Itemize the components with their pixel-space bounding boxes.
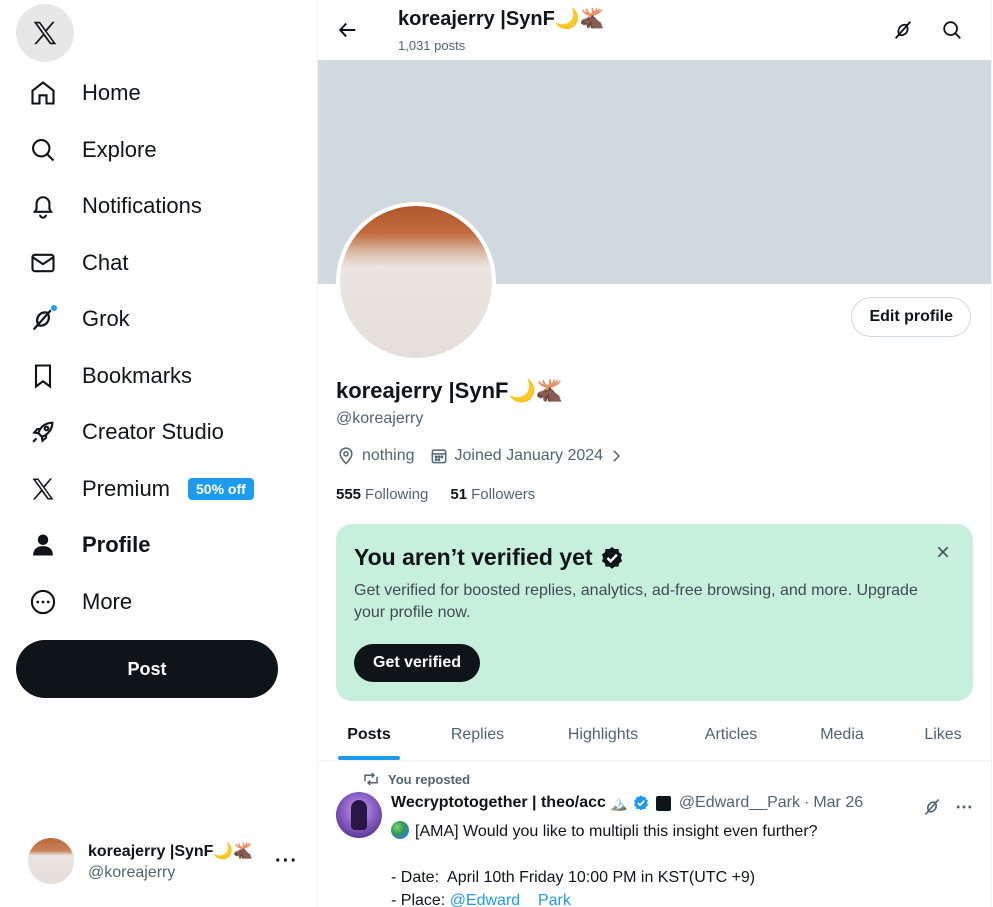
account-handle: @koreajerry [88,863,176,881]
joined-date[interactable]: Joined January 2024 [455,447,604,465]
sidebar-item-label: Notifications [82,193,202,218]
chevron-right-icon [607,446,627,466]
sidebar-item-label: Creator Studio [82,419,224,444]
post-button[interactable]: Post [16,640,278,698]
tab-likes[interactable]: Likes [893,708,991,761]
affiliate-badge-icon [655,795,671,811]
location-pin-icon [336,446,356,466]
mention-link[interactable]: @Edward__Park [450,892,571,907]
profile-handle: @koreajerry [336,410,424,427]
sidebar-item-notifications[interactable]: Notifications [28,186,202,226]
active-tab-indicator [338,756,400,760]
repost-indicator: You reposted [362,770,470,788]
sidebar-item-label: Chat [82,250,129,275]
profile-meta: nothing Joined January 2024 [336,446,633,466]
sidebar-item-label: Profile [82,532,151,557]
search-icon [943,21,961,39]
grok-icon [894,21,912,39]
sidebar-item-chat[interactable]: Chat [28,243,128,283]
post-handle[interactable]: @Edward__Park [679,794,800,812]
tab-posts[interactable]: Posts [318,708,420,761]
sidebar-item-more[interactable]: More [28,582,132,622]
rocket-icon [28,417,58,447]
sidebar-item-label: More [82,589,133,614]
post-actions [915,792,979,822]
globe-icon [391,821,409,839]
post-header: Wecryptotogether | theo/acc 🏔️ @Edward__… [391,794,864,812]
post-text: [AMA] Would you like to multipli this in… [391,821,818,907]
account-name: koreajerry |SynF🌙🫎 [88,842,254,860]
home-icon [28,78,58,108]
grok-button[interactable] [887,14,919,46]
follow-stats: 555 Following 51 Followers [336,486,557,503]
sidebar: Home Explore Notifications Chat Grok Boo… [0,0,317,907]
calendar-icon [429,446,449,466]
grok-button[interactable] [917,792,947,822]
search-icon [28,135,58,165]
bookmark-icon [28,361,58,391]
profile-avatar[interactable] [336,202,496,362]
profile-column: koreajerry |SynF🌙🫎 1,031 posts Edit prof… [317,0,992,907]
post-author[interactable]: Wecryptotogether | theo/acc [391,794,606,812]
grok-icon [28,304,58,334]
sidebar-item-label: Premium [82,476,171,501]
profile-header-bar: koreajerry |SynF🌙🫎 1,031 posts [318,0,991,60]
avatar [28,838,74,884]
sidebar-item-explore[interactable]: Explore [28,130,157,170]
get-verified-button[interactable]: Get verified [354,644,481,682]
post-date[interactable]: Mar 26 [813,794,863,812]
tab-highlights[interactable]: Highlights [535,708,671,761]
sidebar-item-home[interactable]: Home [28,73,141,113]
sidebar-item-label: Home [82,80,141,105]
verification-title: You aren’t verified yet [354,544,625,571]
grok-icon [924,798,940,816]
following-link[interactable]: 555 Following [336,486,428,503]
location-text: nothing [362,447,415,464]
profile-name: koreajerry |SynF🌙🫎 [336,378,564,403]
sidebar-item-label: Grok [82,306,130,331]
sidebar-item-creator-studio[interactable]: Creator Studio [28,412,224,452]
sidebar-item-premium[interactable]: Premium 50% off [28,469,254,509]
notification-dot [50,304,58,312]
x-logo-icon [33,21,57,45]
more-icon[interactable]: ··· [275,850,298,873]
posts-count: 1,031 posts [398,38,466,53]
edit-profile-button[interactable]: Edit profile [851,297,971,337]
sidebar-item-profile[interactable]: Profile [28,525,150,565]
tab-replies[interactable]: Replies [420,708,535,761]
more-button[interactable] [949,792,979,822]
sidebar-item-label: Explore [82,137,157,162]
verified-badge-icon [601,546,622,569]
tab-articles[interactable]: Articles [671,708,791,761]
x-logo-button[interactable] [16,4,74,62]
close-icon [937,546,949,558]
sidebar-item-grok[interactable]: Grok [28,299,130,339]
envelope-icon [28,248,58,278]
profile-tabs: Posts Replies Highlights Articles Media … [318,708,991,761]
sidebar-item-label: Bookmarks [82,363,193,388]
discount-badge: 50% off [188,478,254,500]
verification-prompt: You aren’t verified yet Get verified for… [336,524,973,701]
more-circle-icon [28,587,58,617]
repost-icon [362,770,380,788]
author-emoji: 🏔️ [609,795,628,812]
account-switcher[interactable]: koreajerry |SynF🌙🫎 @koreajerry ··· [16,830,306,892]
page-title: koreajerry |SynF🌙🫎 [398,8,605,30]
x-logo-icon [28,474,58,504]
avatar[interactable] [336,792,382,838]
followers-link[interactable]: 51 Followers [450,486,535,503]
arrow-left-icon [338,22,356,38]
bell-icon [28,191,58,221]
tab-media[interactable]: Media [791,708,893,761]
sidebar-item-bookmarks[interactable]: Bookmarks [28,356,192,396]
back-button[interactable] [332,14,364,46]
verified-badge-icon [632,794,650,812]
more-icon [956,805,972,809]
search-button[interactable] [936,14,968,46]
close-button[interactable] [931,540,955,564]
person-icon [28,530,58,560]
post-item[interactable]: You reposted Wecryptotogether | theo/acc… [318,762,991,907]
verification-description: Get verified for boosted replies, analyt… [354,582,918,621]
account-info: koreajerry |SynF🌙🫎 @koreajerry [88,841,263,882]
